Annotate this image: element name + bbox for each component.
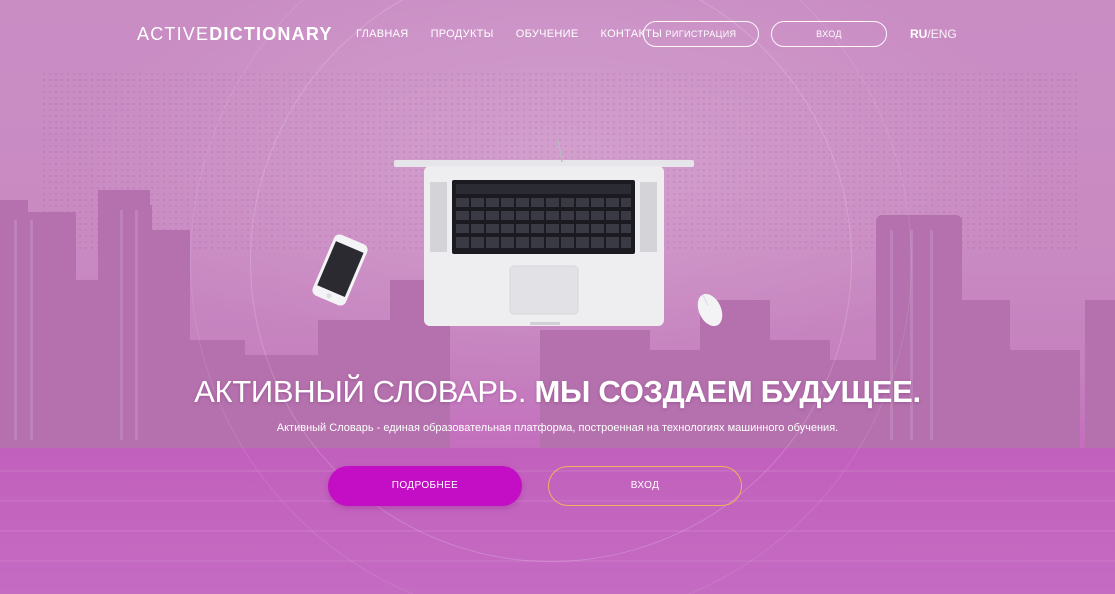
lang-en[interactable]: ENG xyxy=(931,27,957,41)
more-button[interactable]: ПОДРОБНЕЕ xyxy=(328,466,522,506)
mouse-icon xyxy=(697,293,723,327)
header-login-button[interactable]: ВХОД xyxy=(771,21,887,47)
smartphone-icon xyxy=(312,234,368,306)
hero-login-button[interactable]: ВХОД xyxy=(548,466,742,506)
hero-title: АКТИВНЫЙ СЛОВАРЬ. МЫ СОЗДАЕМ БУДУЩЕЕ. xyxy=(0,374,1115,410)
logo-bold-text: DICTIONARY xyxy=(209,24,333,44)
main-nav: ГЛАВНАЯ ПРОДУКТЫ ОБУЧЕНИЕ КОНТАКТЫ xyxy=(356,28,662,40)
laptop-icon xyxy=(394,140,694,326)
hero-title-light: АКТИВНЫЙ СЛОВАРЬ. xyxy=(194,374,527,409)
hero-section: ACTIVEDICTIONARY ГЛАВНАЯ ПРОДУКТЫ ОБУЧЕН… xyxy=(0,0,1115,594)
lang-ru[interactable]: RU xyxy=(910,27,927,41)
logo-light-text: ACTIVE xyxy=(137,24,210,44)
language-switcher: RU/ENG xyxy=(910,27,957,41)
nav-learning[interactable]: ОБУЧЕНИЕ xyxy=(516,28,579,40)
register-button[interactable]: РИГИСТРАЦИЯ xyxy=(643,21,759,47)
hero-title-bold: МЫ СОЗДАЕМ БУДУЩЕЕ. xyxy=(534,374,922,409)
hero-subtitle: Активный Словарь - единая образовательна… xyxy=(276,422,839,434)
nav-home[interactable]: ГЛАВНАЯ xyxy=(356,28,409,40)
logo[interactable]: ACTIVEDICTIONARY xyxy=(137,24,333,45)
nav-products[interactable]: ПРОДУКТЫ xyxy=(431,28,494,40)
devices-illustration xyxy=(312,140,723,327)
